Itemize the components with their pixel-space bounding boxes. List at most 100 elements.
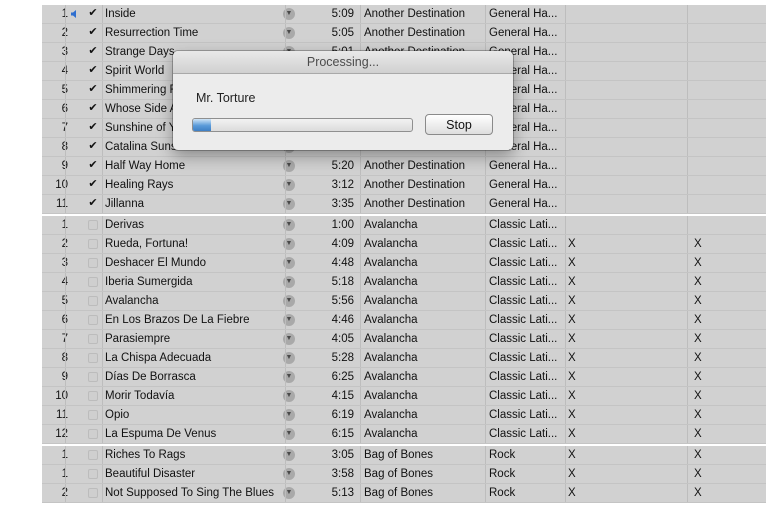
checkbox[interactable] bbox=[88, 334, 98, 344]
column-divider bbox=[687, 484, 688, 502]
track-genre: Classic Lati... bbox=[489, 428, 558, 440]
checkmark-icon[interactable]: ✔ bbox=[88, 198, 98, 208]
column-divider bbox=[285, 484, 286, 502]
column-divider bbox=[687, 446, 688, 464]
track-flag-2: X bbox=[694, 487, 702, 499]
track-time: 6:19 bbox=[331, 409, 354, 421]
column-divider bbox=[687, 330, 688, 348]
track-flag-2: X bbox=[694, 295, 702, 307]
column-divider bbox=[102, 292, 103, 310]
track-row[interactable]: 1 ✔ Inside ▼ 5:09 Another Destination General … bbox=[42, 5, 766, 24]
checkmark-icon[interactable]: ✔ bbox=[88, 141, 98, 151]
column-divider bbox=[565, 235, 566, 253]
checkbox[interactable] bbox=[88, 391, 98, 401]
track-flag-2 bbox=[694, 176, 706, 194]
track-name: Jillanna bbox=[105, 198, 144, 210]
checkbox[interactable] bbox=[88, 410, 98, 420]
track-row[interactable]: 1 Derivas ▼ 1:00 Avalancha Classic Lati... bbox=[42, 216, 766, 235]
checkmark-icon[interactable]: ✔ bbox=[88, 65, 98, 75]
track-row[interactable]: 11 Opio ▼ 6:19 Avalancha Classic Lati... X X bbox=[42, 406, 766, 425]
track-flag-1: X bbox=[568, 468, 576, 480]
speaker-icon bbox=[71, 10, 76, 18]
track-row[interactable]: 10 Morir Todavía ▼ 4:15 Avalancha Classic Lat… bbox=[42, 387, 766, 406]
checkmark-icon[interactable]: ✔ bbox=[88, 122, 98, 132]
column-divider bbox=[565, 195, 566, 213]
track-row[interactable]: 8 La Chispa Adecuada ▼ 5:28 Avalancha Classic… bbox=[42, 349, 766, 368]
checkmark-icon[interactable]: ✔ bbox=[88, 84, 98, 94]
track-row[interactable]: 3 Deshacer El Mundo ▼ 4:48 Avalancha Classic … bbox=[42, 254, 766, 273]
track-name: Healing Rays bbox=[105, 179, 174, 191]
track-row[interactable]: 2 Rueda, Fortuna! ▼ 4:09 Avalancha Classic La… bbox=[42, 235, 766, 254]
track-row[interactable]: 1 Beautiful Disaster ▼ 3:58 Bag of Bones Rock… bbox=[42, 465, 766, 484]
column-divider bbox=[65, 292, 66, 310]
track-row[interactable]: 6 En Los Brazos De La Fiebre ▼ 4:46 Avalanch… bbox=[42, 311, 766, 330]
track-flag-1: X bbox=[568, 352, 576, 364]
stop-button[interactable]: Stop bbox=[425, 114, 493, 135]
track-time: 5:20 bbox=[331, 160, 354, 172]
column-divider bbox=[285, 5, 286, 23]
checkbox[interactable] bbox=[88, 469, 98, 479]
checkbox[interactable] bbox=[88, 488, 98, 498]
track-album: Avalancha bbox=[364, 238, 418, 250]
track-genre: Classic Lati... bbox=[489, 314, 558, 326]
track-row[interactable]: 7 Parasiempre ▼ 4:05 Avalancha Classic Lati..… bbox=[42, 330, 766, 349]
checkbox[interactable] bbox=[88, 315, 98, 325]
column-divider bbox=[102, 216, 103, 234]
column-divider bbox=[565, 43, 566, 61]
column-divider bbox=[687, 254, 688, 272]
track-row[interactable]: 2 ✔ Resurrection Time ▼ 5:05 Another Destinat… bbox=[42, 24, 766, 43]
column-divider bbox=[65, 100, 66, 118]
track-time: 3:05 bbox=[331, 449, 354, 461]
track-row[interactable]: 10 ✔ Healing Rays ▼ 3:12 Another Destination G… bbox=[42, 176, 766, 195]
checkbox[interactable] bbox=[88, 450, 98, 460]
track-row[interactable]: 1 Riches To Rags ▼ 3:05 Bag of Bones Rock X X bbox=[42, 446, 766, 465]
checkmark-icon[interactable]: ✔ bbox=[88, 179, 98, 189]
column-divider bbox=[565, 273, 566, 291]
column-divider bbox=[65, 387, 66, 405]
track-genre: Classic Lati... bbox=[489, 219, 558, 231]
checkmark-icon[interactable]: ✔ bbox=[88, 160, 98, 170]
checkmark-icon[interactable]: ✔ bbox=[88, 8, 98, 18]
album-group: 1 Riches To Rags ▼ 3:05 Bag of Bones Rock X X 1 B… bbox=[42, 446, 766, 503]
checkmark-icon[interactable]: ✔ bbox=[88, 103, 98, 113]
column-divider bbox=[65, 273, 66, 291]
track-flag-1: X bbox=[568, 390, 576, 402]
track-flag-2: X bbox=[694, 409, 702, 421]
track-flag-2: X bbox=[694, 428, 702, 440]
column-divider bbox=[565, 311, 566, 329]
checkbox[interactable] bbox=[88, 372, 98, 382]
track-genre: Classic Lati... bbox=[489, 238, 558, 250]
checkbox[interactable] bbox=[88, 220, 98, 230]
track-name: Inside bbox=[105, 8, 136, 20]
column-divider bbox=[485, 387, 486, 405]
track-row[interactable]: 4 Iberia Sumergida ▼ 5:18 Avalancha Classic L… bbox=[42, 273, 766, 292]
track-row[interactable]: 12 La Espuma De Venus ▼ 6:15 Avalancha Classi… bbox=[42, 425, 766, 444]
track-row[interactable]: 9 Días De Borrasca ▼ 6:25 Avalancha Classic L… bbox=[42, 368, 766, 387]
checkbox[interactable] bbox=[88, 277, 98, 287]
track-flag-1 bbox=[568, 5, 580, 23]
track-row[interactable]: 5 Avalancha ▼ 5:56 Avalancha Classic Lati... X… bbox=[42, 292, 766, 311]
track-row[interactable]: 11 ✔ Jillanna ▼ 3:35 Another Destination Gener… bbox=[42, 195, 766, 214]
column-divider bbox=[285, 406, 286, 424]
track-name: Deshacer El Mundo bbox=[105, 257, 206, 269]
checkbox[interactable] bbox=[88, 239, 98, 249]
checkbox[interactable] bbox=[88, 296, 98, 306]
track-album: Avalancha bbox=[364, 295, 418, 307]
track-genre: Classic Lati... bbox=[489, 276, 558, 288]
checkmark-icon[interactable]: ✔ bbox=[88, 27, 98, 37]
checkmark-icon[interactable]: ✔ bbox=[88, 46, 98, 56]
column-divider bbox=[102, 254, 103, 272]
column-divider bbox=[485, 465, 486, 483]
track-row[interactable]: 2 Not Supposed To Sing The Blues ▼ 5:13 Bag … bbox=[42, 484, 766, 503]
track-flag-1: X bbox=[568, 487, 576, 499]
track-album: Avalancha bbox=[364, 333, 418, 345]
track-row[interactable]: 9 ✔ Half Way Home ▼ 5:20 Another Destination G… bbox=[42, 157, 766, 176]
track-time: 3:12 bbox=[331, 179, 354, 191]
track-genre: Classic Lati... bbox=[489, 390, 558, 402]
column-divider bbox=[687, 311, 688, 329]
checkbox[interactable] bbox=[88, 353, 98, 363]
checkbox[interactable] bbox=[88, 429, 98, 439]
checkbox[interactable] bbox=[88, 258, 98, 268]
column-divider bbox=[485, 311, 486, 329]
track-flag-1: X bbox=[568, 238, 576, 250]
